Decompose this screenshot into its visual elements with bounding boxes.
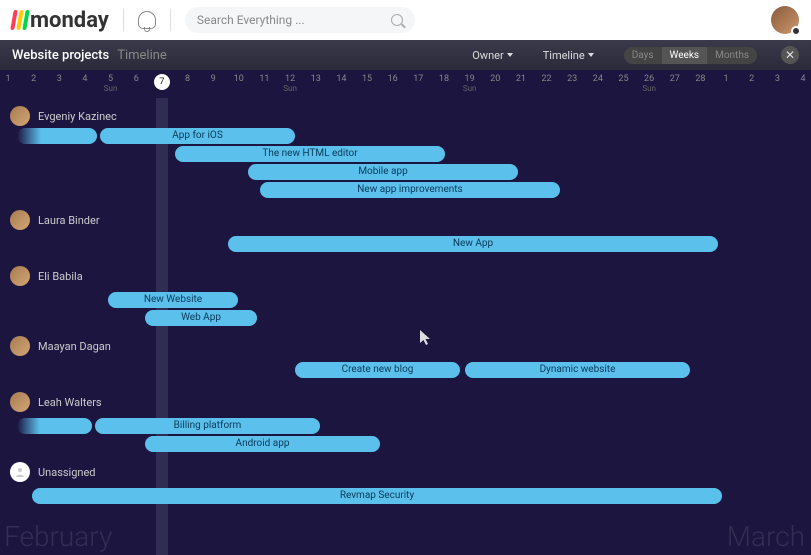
scale-selector[interactable]: Timeline <box>543 49 594 62</box>
chevron-down-icon <box>588 53 594 57</box>
person-row: Maayan Dagan <box>0 334 811 358</box>
timeline-group: Unassigned Revmap Security <box>0 460 811 514</box>
timeline-group: Maayan Dagan Create new blog Dynamic websi… <box>0 334 811 388</box>
date-cell: 2 <box>749 74 754 84</box>
app-name: monday <box>30 8 109 33</box>
person-avatar <box>10 336 30 356</box>
timeline-group: Laura Binder New App <box>0 208 811 262</box>
status-indicator-icon <box>791 26 801 36</box>
date-cell: 11 <box>259 74 269 84</box>
person-name: Evgeniy Kazinec <box>38 110 117 123</box>
person-row: Evgeniy Kazinec <box>0 104 811 128</box>
timeline-group: Evgeniy Kazinec App for iOS The new HTML e… <box>0 104 811 206</box>
timeline-bar[interactable]: Billing platform <box>95 418 320 434</box>
search-input[interactable]: Search Everything ... <box>185 7 415 33</box>
person-row: Eli Babila <box>0 264 811 288</box>
timeline-bar[interactable]: App for iOS <box>100 128 295 144</box>
date-cell: 1 <box>5 74 10 84</box>
search-placeholder: Search Everything ... <box>197 13 391 27</box>
date-cell: 3 <box>57 74 62 84</box>
date-cell: 24 <box>593 74 603 84</box>
date-cell: 22 <box>541 74 551 84</box>
date-cell: 25 <box>618 74 628 84</box>
search-icon <box>391 14 403 26</box>
date-cell: 19Sun <box>463 74 477 93</box>
date-cell: 10 <box>234 74 244 84</box>
date-cell: 9 <box>211 74 216 84</box>
month-label-left: February <box>4 520 112 553</box>
date-cell: 27 <box>670 74 680 84</box>
timeline-bar[interactable] <box>17 418 92 434</box>
date-cell: 21 <box>516 74 526 84</box>
divider <box>170 9 171 31</box>
timeline-group: Eli Babila New Website Web App <box>0 264 811 332</box>
person-avatar <box>10 106 30 126</box>
timeline-bar[interactable]: Web App <box>145 310 257 326</box>
date-cell: 12Sun <box>283 74 297 93</box>
date-cell: 18 <box>439 74 449 84</box>
date-cell: 4 <box>800 74 805 84</box>
timeline-bar[interactable]: Dynamic website <box>465 362 690 378</box>
person-name: Laura Binder <box>38 214 100 227</box>
person-avatar <box>10 392 30 412</box>
date-cell: 23 <box>567 74 577 84</box>
date-cell: 26Sun <box>642 74 656 93</box>
divider <box>123 9 124 31</box>
date-cell: 4 <box>82 74 87 84</box>
timeline-bar[interactable]: New App <box>228 236 718 252</box>
unassigned-icon <box>10 462 30 482</box>
date-cell: 5Sun <box>104 74 118 93</box>
close-button[interactable]: ✕ <box>781 46 799 64</box>
timeline-bar[interactable]: Android app <box>145 436 380 452</box>
date-cell: 28 <box>695 74 705 84</box>
person-avatar <box>10 210 30 230</box>
logo-stripes-icon <box>12 10 28 30</box>
date-axis: 12345Sun6789101112Sun13141516171819Sun20… <box>0 70 811 98</box>
person-name: Maayan Dagan <box>38 340 111 353</box>
date-cell: 14 <box>336 74 346 84</box>
zoom-toggle: DaysWeeksMonths <box>624 47 757 64</box>
month-label-right: March <box>727 520 805 553</box>
date-cell: 7 <box>154 74 170 90</box>
date-cell: 17 <box>413 74 423 84</box>
date-cell: 16 <box>388 74 398 84</box>
timeline-bar[interactable]: Revmap Security <box>32 488 722 504</box>
date-cell: 20 <box>490 74 500 84</box>
date-cell: 15 <box>362 74 372 84</box>
timeline-bar[interactable]: Create new blog <box>295 362 460 378</box>
board-title: Website projects <box>12 48 109 63</box>
board-subtitle: Timeline <box>117 48 167 63</box>
chevron-down-icon <box>507 53 513 57</box>
person-avatar <box>10 266 30 286</box>
user-avatar[interactable] <box>771 6 799 34</box>
timeline-bar[interactable]: New Website <box>108 292 238 308</box>
zoom-option-months[interactable]: Months <box>707 47 757 64</box>
person-row: Unassigned <box>0 460 811 484</box>
person-row: Laura Binder <box>0 208 811 232</box>
timeline-bar[interactable]: Mobile app <box>248 164 518 180</box>
timeline-bar[interactable]: New app improvements <box>260 182 560 198</box>
timeline-bar[interactable] <box>17 128 97 144</box>
person-name: Unassigned <box>38 466 96 479</box>
date-cell: 13 <box>311 74 321 84</box>
date-cell: 6 <box>134 74 139 84</box>
group-by-selector[interactable]: Owner <box>472 49 512 62</box>
date-cell: 8 <box>185 74 190 84</box>
date-cell: 3 <box>775 74 780 84</box>
date-cell: 1 <box>724 74 729 84</box>
app-logo[interactable]: monday <box>12 8 109 33</box>
timeline-group: Leah Walters Billing platform Android app <box>0 390 811 458</box>
notifications-icon[interactable] <box>138 11 156 29</box>
zoom-option-weeks[interactable]: Weeks <box>662 47 708 64</box>
date-cell: 2 <box>31 74 36 84</box>
person-name: Leah Walters <box>38 396 102 409</box>
zoom-option-days[interactable]: Days <box>624 47 662 64</box>
person-row: Leah Walters <box>0 390 811 414</box>
person-name: Eli Babila <box>38 270 83 283</box>
timeline-bar[interactable]: The new HTML editor <box>175 146 445 162</box>
